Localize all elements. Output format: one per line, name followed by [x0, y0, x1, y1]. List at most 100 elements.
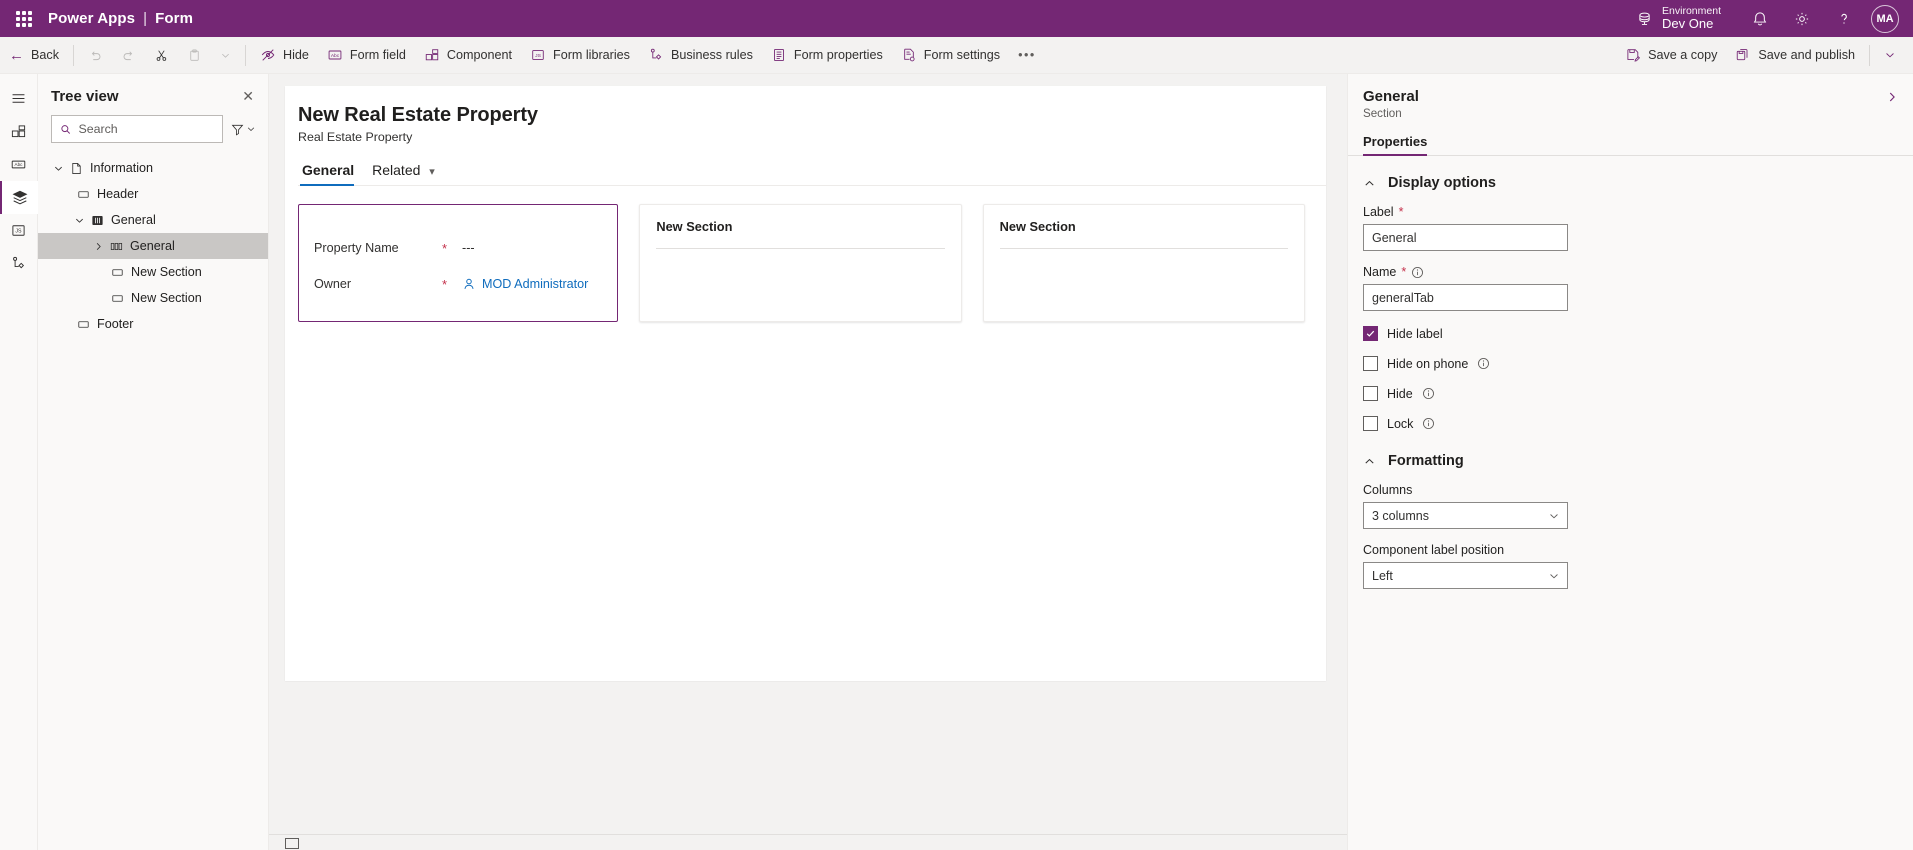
label-text: Columns — [1363, 483, 1412, 497]
chevron-down-icon: ▾ — [429, 166, 435, 178]
section-icon — [73, 318, 94, 331]
back-button[interactable]: ← Back — [0, 40, 68, 71]
label-input[interactable] — [1363, 224, 1568, 251]
app-launcher-icon[interactable] — [0, 0, 48, 37]
column-icon — [106, 240, 127, 253]
columns-value: 3 columns — [1372, 509, 1548, 523]
rail-components-button[interactable] — [0, 115, 38, 148]
form-icon — [66, 162, 87, 175]
component-label-position-dropdown[interactable]: Left — [1363, 562, 1568, 589]
left-rail: Abc JS — [0, 74, 38, 850]
section-icon — [73, 188, 94, 201]
tree-node-general-tab[interactable]: General — [38, 207, 268, 233]
tree-search-row — [38, 115, 268, 143]
hide-label-checkbox[interactable] — [1363, 326, 1378, 341]
tree-node-general-column[interactable]: General — [38, 233, 268, 259]
accordion-display-options[interactable]: Display options — [1363, 175, 1898, 191]
redo-button[interactable] — [112, 40, 145, 71]
filter-button[interactable] — [227, 115, 259, 143]
form-field-button[interactable]: Abc Form field — [318, 40, 415, 71]
field-label: Owner — [314, 277, 442, 291]
section-icon — [107, 266, 128, 279]
paste-button[interactable] — [178, 40, 211, 71]
form-properties-button[interactable]: Form properties — [762, 40, 892, 71]
tree-node-new-section[interactable]: New Section — [38, 259, 268, 285]
help-icon[interactable] — [1823, 0, 1865, 37]
form-properties-icon — [771, 47, 787, 63]
name-input[interactable] — [1363, 284, 1568, 311]
tab-label: Properties — [1363, 134, 1427, 149]
info-icon[interactable] — [1477, 357, 1490, 370]
divider — [1869, 45, 1870, 66]
checkbox-label: Hide on phone — [1387, 357, 1468, 371]
info-icon[interactable] — [1411, 266, 1424, 279]
form-libraries-button[interactable]: JS Form libraries — [521, 40, 639, 71]
tree-node-header[interactable]: Header — [38, 181, 268, 207]
undo-button[interactable] — [79, 40, 112, 71]
field-row-property-name[interactable]: Property Name * --- — [314, 230, 602, 266]
form-settings-label: Form settings — [924, 48, 1000, 62]
checkbox-row-hide-label[interactable]: Hide label — [1363, 326, 1898, 341]
field-row-owner[interactable]: Owner * MOD Administrator — [314, 266, 602, 302]
svg-text:Abc: Abc — [15, 162, 24, 167]
form-section-new-1[interactable]: New Section — [639, 204, 961, 322]
hide-on-phone-checkbox[interactable] — [1363, 356, 1378, 371]
cut-button[interactable] — [145, 40, 178, 71]
accordion-formatting[interactable]: Formatting — [1363, 453, 1898, 469]
lookup-text: MOD Administrator — [482, 277, 588, 291]
form-section-general[interactable]: Property Name * --- Owner * MOD Administ… — [298, 204, 618, 322]
tree-node-label: Header — [97, 187, 138, 201]
form-preview-card: New Real Estate Property Real Estate Pro… — [285, 86, 1326, 681]
chevron-down-icon[interactable] — [51, 163, 66, 174]
notifications-bell-icon[interactable] — [1739, 0, 1781, 37]
rail-business-rules-button[interactable] — [0, 247, 38, 280]
search-box[interactable] — [51, 115, 223, 143]
business-rules-button[interactable]: Business rules — [639, 40, 762, 71]
form-section-new-2[interactable]: New Section — [983, 204, 1305, 322]
chevron-right-icon[interactable] — [1885, 88, 1899, 104]
checkbox-row-lock[interactable]: Lock — [1363, 416, 1898, 431]
paste-options-button[interactable] — [211, 40, 240, 71]
overflow-menu-button[interactable]: ••• — [1009, 40, 1045, 71]
rail-menu-button[interactable] — [0, 82, 38, 115]
tab-general[interactable]: General — [298, 158, 364, 185]
rail-table-columns-button[interactable]: Abc — [0, 148, 38, 181]
save-options-button[interactable] — [1875, 40, 1905, 71]
tree-node-label: Information — [90, 161, 153, 175]
info-icon[interactable] — [1422, 387, 1435, 400]
checkbox-label: Lock — [1387, 417, 1413, 431]
close-icon[interactable]: ✕ — [238, 86, 258, 107]
environment-name: Dev One — [1662, 17, 1721, 32]
save-and-publish-button[interactable]: Save and publish — [1726, 40, 1864, 71]
lock-checkbox[interactable] — [1363, 416, 1378, 431]
chevron-down-icon[interactable] — [72, 215, 87, 226]
environment-switcher[interactable]: Environment Dev One — [1630, 5, 1739, 32]
chevron-right-icon[interactable] — [91, 241, 106, 252]
rail-form-libraries-button[interactable]: JS — [0, 214, 38, 247]
tree-node-information[interactable]: Information — [38, 155, 268, 181]
info-icon[interactable] — [1422, 417, 1435, 430]
components-icon — [10, 123, 27, 140]
hide-button[interactable]: Hide — [251, 40, 318, 71]
tab-related[interactable]: Related ▾ — [368, 158, 445, 185]
save-a-copy-button[interactable]: Save a copy — [1616, 40, 1726, 71]
settings-gear-icon[interactable] — [1781, 0, 1823, 37]
brand-name[interactable]: Power Apps — [48, 10, 135, 27]
form-settings-button[interactable]: Form settings — [892, 40, 1009, 71]
tree-node-new-section[interactable]: New Section — [38, 285, 268, 311]
tab-icon — [87, 214, 108, 227]
rail-tree-view-button[interactable] — [0, 181, 38, 214]
search-input[interactable] — [78, 122, 214, 136]
field-value-lookup[interactable]: MOD Administrator — [462, 277, 588, 291]
hide-checkbox[interactable] — [1363, 386, 1378, 401]
tree-node-footer[interactable]: Footer — [38, 311, 268, 337]
properties-panel-header: General Section — [1348, 88, 1913, 120]
columns-dropdown[interactable]: 3 columns — [1363, 502, 1568, 529]
chevron-down-icon — [1548, 570, 1560, 582]
checkbox-row-hide-on-phone[interactable]: Hide on phone — [1363, 356, 1898, 371]
avatar[interactable]: MA — [1871, 5, 1899, 33]
checkbox-row-hide[interactable]: Hide — [1363, 386, 1898, 401]
component-button[interactable]: Component — [415, 40, 521, 71]
properties-body: Display options Label * Name * Hide labe… — [1348, 175, 1913, 589]
tab-properties[interactable]: Properties — [1363, 134, 1427, 155]
